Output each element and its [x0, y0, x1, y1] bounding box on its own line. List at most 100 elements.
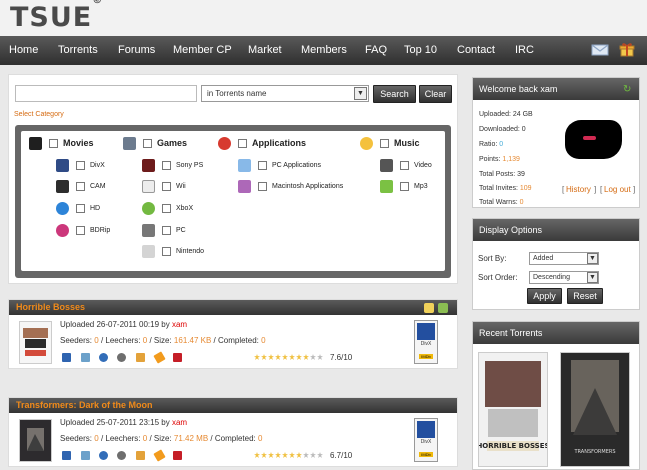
nav-top-10[interactable]: Top 10: [404, 44, 437, 56]
nav-irc[interactable]: IRC: [515, 44, 534, 56]
pc-application-icon: [238, 159, 251, 172]
upload-date: Uploaded 25-07-2011 23:15 by: [60, 418, 170, 427]
nav-faq[interactable]: FAQ: [365, 44, 387, 56]
video-checkbox[interactable]: [400, 161, 409, 170]
xbox-checkbox[interactable]: [162, 204, 171, 213]
wii-icon: [142, 180, 155, 193]
display-options-title: Display Options: [473, 219, 639, 241]
imdb-badge[interactable]: IMDb: [419, 354, 433, 359]
hd-checkbox[interactable]: [76, 204, 85, 213]
sony-ps-checkbox[interactable]: [162, 161, 171, 170]
pc-applications-checkbox[interactable]: [258, 161, 267, 170]
torrent-stats: Seeders: 0 / Leechers: 0 / Size: 71.42 M…: [60, 434, 262, 443]
nav-member-cp[interactable]: Member CP: [173, 44, 232, 56]
favorite-icon[interactable]: [438, 303, 448, 313]
pc-applications-label: PC Applications: [272, 162, 322, 169]
torrent-item-horrible-bosses[interactable]: Horrible Bosses Uploaded 26-07-2011 00:1…: [8, 299, 458, 369]
support-icon[interactable]: [117, 451, 126, 460]
torrent-upload-info: Uploaded 25-07-2011 23:15 by xam: [60, 418, 187, 427]
bdrip-checkbox[interactable]: [76, 226, 85, 235]
avatar[interactable]: [563, 113, 626, 168]
download-icon[interactable]: [62, 451, 71, 460]
uploader-link[interactable]: xam: [172, 418, 187, 427]
mac-applications-checkbox[interactable]: [258, 182, 267, 191]
gift-icon[interactable]: [618, 42, 636, 58]
history-link-close: ]: [594, 185, 597, 194]
edit-icon[interactable]: [153, 449, 166, 462]
rating-star: [275, 354, 281, 360]
completed-label: / Completed:: [213, 336, 259, 345]
xbox-label: XboX: [176, 205, 194, 212]
magnet-icon[interactable]: [136, 353, 145, 362]
history-link[interactable]: History: [566, 185, 591, 194]
ratio-label: Ratio:: [479, 141, 498, 148]
edit-icon[interactable]: [153, 351, 166, 364]
seeders-label: Seeders:: [60, 336, 93, 345]
divx-badge[interactable]: DivX IMDb: [414, 320, 438, 364]
nav-members[interactable]: Members: [301, 44, 347, 56]
recent-poster-horrible-bosses[interactable]: HORRIBLE BOSSES: [476, 352, 550, 467]
torrent-title[interactable]: Transformers: Dark of the Moon: [16, 400, 153, 410]
invites-label: Total Invites:: [479, 185, 518, 192]
sort-by-select[interactable]: Added ▼: [529, 252, 599, 265]
sort-order-select[interactable]: Descending ▼: [529, 271, 599, 284]
apply-button[interactable]: Apply: [527, 288, 562, 304]
sort-by-value: Added: [533, 255, 554, 262]
completed-count: 0: [261, 336, 266, 345]
nav-forums[interactable]: Forums: [118, 44, 155, 56]
torrent-title[interactable]: Horrible Bosses: [16, 302, 85, 312]
select-category-link[interactable]: Select Category: [14, 111, 64, 118]
games-checkbox[interactable]: [143, 139, 152, 148]
nav-home[interactable]: Home: [9, 44, 38, 56]
applications-label: Applications: [252, 138, 307, 148]
search-button[interactable]: Search: [373, 85, 416, 103]
movies-checkbox[interactable]: [49, 139, 58, 148]
torrent-poster[interactable]: [19, 419, 52, 462]
site-logo[interactable]: TSUE©: [10, 0, 103, 33]
info-icon[interactable]: [99, 451, 108, 460]
download-icon[interactable]: [62, 353, 71, 362]
logout-link-bracket: [: [600, 185, 603, 194]
ratio-value: 0: [499, 141, 504, 148]
nintendo-checkbox[interactable]: [162, 247, 171, 256]
wii-checkbox[interactable]: [162, 182, 171, 191]
search-scope-value: in Torrents name: [207, 89, 267, 98]
pc-games-checkbox[interactable]: [162, 226, 171, 235]
support-icon[interactable]: [117, 353, 126, 362]
music-checkbox[interactable]: [380, 139, 389, 148]
uploader-link[interactable]: xam: [172, 320, 187, 329]
warns-stat: Total Warns: 0: [479, 199, 524, 206]
torrent-search-input[interactable]: [15, 85, 197, 102]
bookmark-icon[interactable]: [424, 303, 434, 313]
completed-label: / Completed:: [210, 434, 256, 443]
mp3-checkbox[interactable]: [400, 182, 409, 191]
applications-checkbox[interactable]: [238, 139, 247, 148]
mail-icon[interactable]: [591, 42, 609, 58]
logout-link[interactable]: Log out: [604, 185, 631, 194]
size-value: 71.42 MB: [173, 434, 209, 443]
history-link-bracket: [: [562, 185, 565, 194]
rating-star: [296, 354, 302, 360]
nav-contact[interactable]: Contact: [457, 44, 495, 56]
details-icon[interactable]: [81, 451, 90, 460]
sort-order-value: Descending: [533, 274, 570, 281]
recent-poster-transformers[interactable]: TRANSFORMERS: [560, 352, 630, 467]
delete-icon[interactable]: [173, 353, 182, 362]
reset-button[interactable]: Reset: [567, 288, 603, 304]
nav-torrents[interactable]: Torrents: [58, 44, 98, 56]
magnet-icon[interactable]: [136, 451, 145, 460]
refresh-icon[interactable]: ↻: [623, 84, 632, 95]
info-icon[interactable]: [99, 353, 108, 362]
clear-button[interactable]: Clear: [419, 85, 452, 103]
nav-market[interactable]: Market: [248, 44, 282, 56]
imdb-badge[interactable]: IMDb: [419, 452, 433, 457]
sony-ps-label: Sony PS: [176, 162, 204, 169]
torrent-item-transformers[interactable]: Transformers: Dark of the Moon Uploaded …: [8, 397, 458, 467]
divx-checkbox[interactable]: [76, 161, 85, 170]
divx-badge[interactable]: DivX IMDb: [414, 418, 438, 462]
cam-checkbox[interactable]: [76, 182, 85, 191]
delete-icon[interactable]: [173, 451, 182, 460]
details-icon[interactable]: [81, 353, 90, 362]
search-scope-select[interactable]: in Torrents name ▼: [201, 85, 369, 102]
torrent-poster[interactable]: [19, 321, 52, 364]
